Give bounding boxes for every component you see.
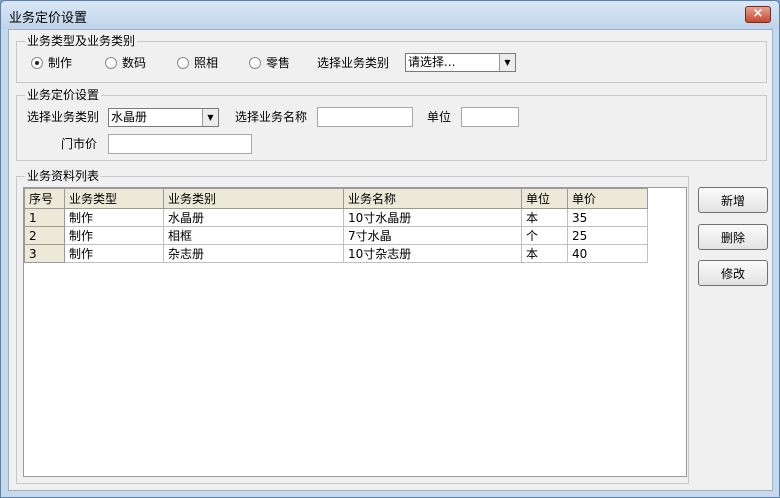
pricing-settings-group-legend: 业务定价设置 [25, 87, 102, 103]
window-title: 业务定价设置 [9, 11, 88, 26]
table-cell: 10寸水晶册 [343, 208, 522, 227]
table-cell: 制作 [64, 226, 164, 245]
table-cell: 个 [521, 226, 568, 245]
modify-button[interactable]: 修改 [698, 260, 768, 286]
table-cell: 制作 [64, 244, 164, 263]
type-category-label: 选择业务类别 [317, 56, 390, 70]
table-cell: 制作 [64, 208, 164, 227]
title-bar[interactable]: 业务定价设置 × [1, 1, 779, 29]
business-name-label: 选择业务名称 [235, 110, 308, 124]
radio-retail-label[interactable]: 零售 [266, 55, 290, 71]
table-cell: 本 [521, 208, 568, 227]
pricing-category-value: 水晶册 [111, 110, 148, 124]
radio-digital-label[interactable]: 数码 [122, 55, 146, 71]
retail-price-input[interactable] [108, 134, 252, 154]
retail-price-label: 门市价 [61, 137, 98, 151]
table-header-row: 序号 业务类型 业务类别 业务名称 单位 单价 [24, 188, 648, 209]
business-table: 序号 业务类型 业务类别 业务名称 单位 单价 1 制作 水晶册 10寸水晶册 [24, 188, 648, 263]
chevron-down-icon[interactable]: ▼ [202, 109, 218, 126]
close-icon: × [752, 6, 764, 21]
radio-photo[interactable] [177, 57, 189, 69]
table-cell: 35 [567, 208, 648, 227]
business-data-grid[interactable]: 序号 业务类型 业务类别 业务名称 单位 单价 1 制作 水晶册 10寸水晶册 [23, 187, 687, 477]
type-category-select[interactable]: 请选择... ▼ [405, 53, 516, 72]
radio-production[interactable] [31, 57, 43, 69]
close-button[interactable]: × [745, 6, 771, 23]
column-header[interactable]: 单位 [521, 188, 568, 209]
business-name-input[interactable] [317, 107, 413, 127]
table-row[interactable]: 1 制作 水晶册 10寸水晶册 本 35 [24, 208, 648, 227]
business-type-group: 业务类型及业务类别 制作 数码 照相 零售 选择业务类别 请选择... ▼ [16, 33, 767, 83]
table-cell: 3 [24, 244, 65, 263]
table-row[interactable]: 2 制作 相框 7寸水晶 个 25 [24, 226, 648, 245]
pricing-settings-group: 业务定价设置 选择业务类别 水晶册 ▼ 选择业务名称 单位 门市价 [16, 87, 767, 161]
unit-label: 单位 [427, 110, 452, 124]
table-cell: 40 [567, 244, 648, 263]
type-category-value: 请选择... [408, 55, 456, 69]
chevron-down-icon[interactable]: ▼ [499, 54, 515, 71]
table-cell: 25 [567, 226, 648, 245]
pricing-category-select[interactable]: 水晶册 ▼ [108, 108, 219, 127]
radio-retail[interactable] [249, 57, 261, 69]
radio-photo-label[interactable]: 照相 [194, 55, 218, 71]
table-cell: 7寸水晶 [343, 226, 522, 245]
unit-input[interactable] [461, 107, 519, 127]
table-cell: 水晶册 [163, 208, 344, 227]
dialog-client-area: 业务类型及业务类别 制作 数码 照相 零售 选择业务类别 请选择... ▼ 业务… [8, 29, 773, 491]
table-row[interactable]: 3 制作 杂志册 10寸杂志册 本 40 [24, 244, 648, 263]
table-cell: 1 [24, 208, 65, 227]
pricing-category-label: 选择业务类别 [27, 110, 100, 124]
column-header[interactable]: 业务名称 [343, 188, 522, 209]
radio-digital[interactable] [105, 57, 117, 69]
table-cell: 杂志册 [163, 244, 344, 263]
column-header[interactable]: 业务类型 [64, 188, 164, 209]
business-type-group-legend: 业务类型及业务类别 [25, 33, 138, 49]
table-cell: 2 [24, 226, 65, 245]
radio-production-label[interactable]: 制作 [48, 55, 72, 71]
delete-button[interactable]: 删除 [698, 224, 768, 250]
table-cell: 相框 [163, 226, 344, 245]
column-header[interactable]: 序号 [24, 188, 65, 209]
add-button[interactable]: 新增 [698, 187, 768, 213]
business-list-group-legend: 业务资料列表 [25, 168, 102, 184]
pricing-settings-window: 业务定价设置 × 业务类型及业务类别 制作 数码 照相 零售 选择业务类别 请选… [0, 0, 780, 498]
column-header[interactable]: 业务类别 [163, 188, 344, 209]
table-cell: 10寸杂志册 [343, 244, 522, 263]
table-cell: 本 [521, 244, 568, 263]
column-header[interactable]: 单价 [567, 188, 648, 209]
